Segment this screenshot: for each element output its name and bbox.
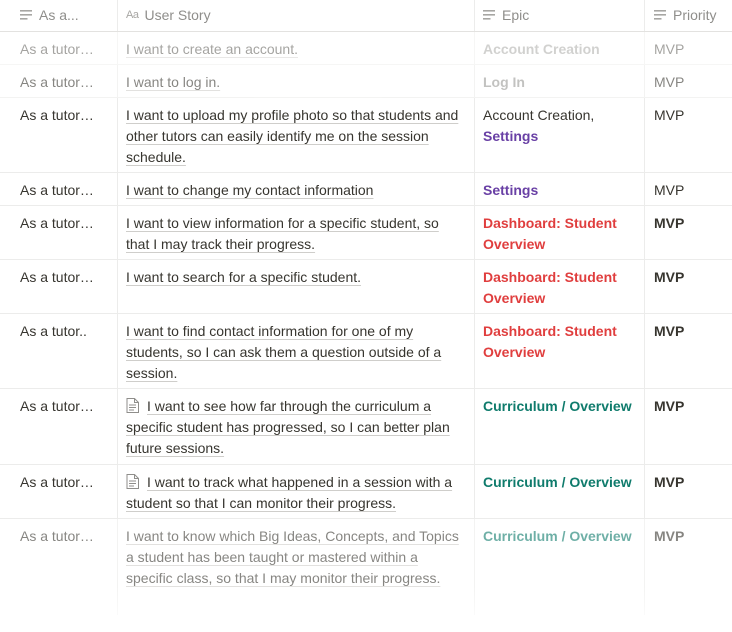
cell-priority[interactable]: MVP	[645, 389, 732, 464]
column-header-as-a[interactable]: As a...	[0, 0, 118, 31]
column-header-label: Epic	[502, 7, 530, 23]
table-row[interactable]: As a tutor… I want to create an account.…	[0, 32, 732, 65]
user-story-text: I want to find contact information for o…	[126, 323, 442, 381]
cell-user-story[interactable]: I want to change my contact information	[118, 173, 475, 205]
table-row[interactable]: As a tutor… I want to see how far throug…	[0, 389, 732, 465]
column-header-label: Priority	[673, 7, 717, 23]
cell-user-story[interactable]: I want to search for a specific student.	[118, 260, 475, 313]
column-header-label: As a...	[39, 7, 79, 23]
cell-epic[interactable]: Account Creation, Settings	[475, 98, 645, 172]
user-story-text: I want to see how far through the curric…	[126, 398, 450, 456]
table-header: As a... Aa User Story Epic Priority	[0, 0, 732, 32]
epic-tag-account-creation: Account Creation,	[483, 107, 595, 123]
table-row[interactable]: As a tutor… I want to search for a speci…	[0, 260, 732, 314]
cell-priority[interactable]: MVP	[645, 206, 732, 259]
cell-priority[interactable]: MVP	[645, 65, 732, 97]
user-story-text: I want to log in.	[126, 74, 221, 90]
column-header-label: User Story	[144, 7, 211, 23]
cell-as-a[interactable]: As a tutor…	[0, 260, 118, 313]
cell-priority[interactable]: MVP	[645, 465, 732, 518]
table-row[interactable]: As a tutor… I want to know which Big Ide…	[0, 519, 732, 615]
table-row[interactable]: As a tutor… I want to track what happene…	[0, 465, 732, 519]
text-lines-icon	[483, 10, 495, 20]
cell-user-story[interactable]: I want to view information for a specifi…	[118, 206, 475, 259]
table-row[interactable]: As a tutor… I want to log in. Log In MVP	[0, 65, 732, 98]
text-lines-icon	[654, 10, 666, 20]
cell-epic[interactable]: Account Creation	[475, 32, 645, 64]
cell-user-story[interactable]: I want to know which Big Ideas, Concepts…	[118, 519, 475, 615]
epic-tag-settings: Settings	[483, 128, 539, 144]
aa-text-icon: Aa	[126, 9, 139, 21]
cell-epic[interactable]: Dashboard: Student Overview	[475, 314, 645, 388]
text-lines-icon	[20, 10, 32, 20]
cell-user-story[interactable]: I want to create an account.	[118, 32, 475, 64]
cell-priority[interactable]: MVP	[645, 260, 732, 313]
cell-as-a[interactable]: As a tutor…	[0, 519, 118, 615]
table-row[interactable]: As a tutor… I want to view information f…	[0, 206, 732, 260]
cell-as-a[interactable]: As a tutor…	[0, 98, 118, 172]
column-header-epic[interactable]: Epic	[475, 0, 645, 31]
column-header-user-story[interactable]: Aa User Story	[118, 0, 475, 31]
table-row[interactable]: As a tutor… I want to upload my profile …	[0, 98, 732, 173]
page-icon[interactable]	[126, 398, 139, 413]
table-row[interactable]: As a tutor… I want to change my contact …	[0, 173, 732, 206]
user-story-text: I want to know which Big Ideas, Concepts…	[126, 528, 459, 586]
cell-priority[interactable]: MVP	[645, 314, 732, 388]
user-story-text: I want to upload my profile photo so tha…	[126, 107, 459, 165]
cell-as-a[interactable]: As a tutor…	[0, 389, 118, 464]
cell-as-a[interactable]: As a tutor…	[0, 173, 118, 205]
cell-user-story[interactable]: I want to track what happened in a sessi…	[118, 465, 475, 518]
user-story-text: I want to change my contact information	[126, 182, 374, 198]
cell-as-a[interactable]: As a tutor…	[0, 206, 118, 259]
cell-epic[interactable]: Log In	[475, 65, 645, 97]
cell-user-story[interactable]: I want to find contact information for o…	[118, 314, 475, 388]
user-story-text: I want to track what happened in a sessi…	[126, 474, 453, 511]
cell-epic[interactable]: Dashboard: Student Overview	[475, 206, 645, 259]
user-story-text: I want to search for a specific student.	[126, 269, 362, 285]
cell-priority[interactable]: MVP	[645, 173, 732, 205]
cell-epic[interactable]: Curriculum / Overview	[475, 389, 645, 464]
cell-as-a[interactable]: As a tutor…	[0, 32, 118, 64]
cell-as-a[interactable]: As a tutor..	[0, 314, 118, 388]
cell-epic[interactable]: Dashboard: Student Overview	[475, 260, 645, 313]
user-stories-table: As a... Aa User Story Epic Priority As a…	[0, 0, 732, 615]
column-header-priority[interactable]: Priority	[645, 0, 732, 31]
cell-user-story[interactable]: I want to upload my profile photo so tha…	[118, 98, 475, 172]
cell-epic[interactable]: Curriculum / Overview	[475, 519, 645, 615]
cell-priority[interactable]: MVP	[645, 32, 732, 64]
cell-user-story[interactable]: I want to log in.	[118, 65, 475, 97]
cell-priority[interactable]: MVP	[645, 98, 732, 172]
cell-epic[interactable]: Curriculum / Overview	[475, 465, 645, 518]
cell-epic[interactable]: Settings	[475, 173, 645, 205]
cell-priority[interactable]: MVP	[645, 519, 732, 615]
user-story-text: I want to view information for a specifi…	[126, 215, 439, 252]
user-story-text: I want to create an account.	[126, 41, 298, 57]
page-icon[interactable]	[126, 474, 139, 489]
cell-as-a[interactable]: As a tutor…	[0, 465, 118, 518]
cell-user-story[interactable]: I want to see how far through the curric…	[118, 389, 475, 464]
cell-as-a[interactable]: As a tutor…	[0, 65, 118, 97]
table-row[interactable]: As a tutor.. I want to find contact info…	[0, 314, 732, 389]
